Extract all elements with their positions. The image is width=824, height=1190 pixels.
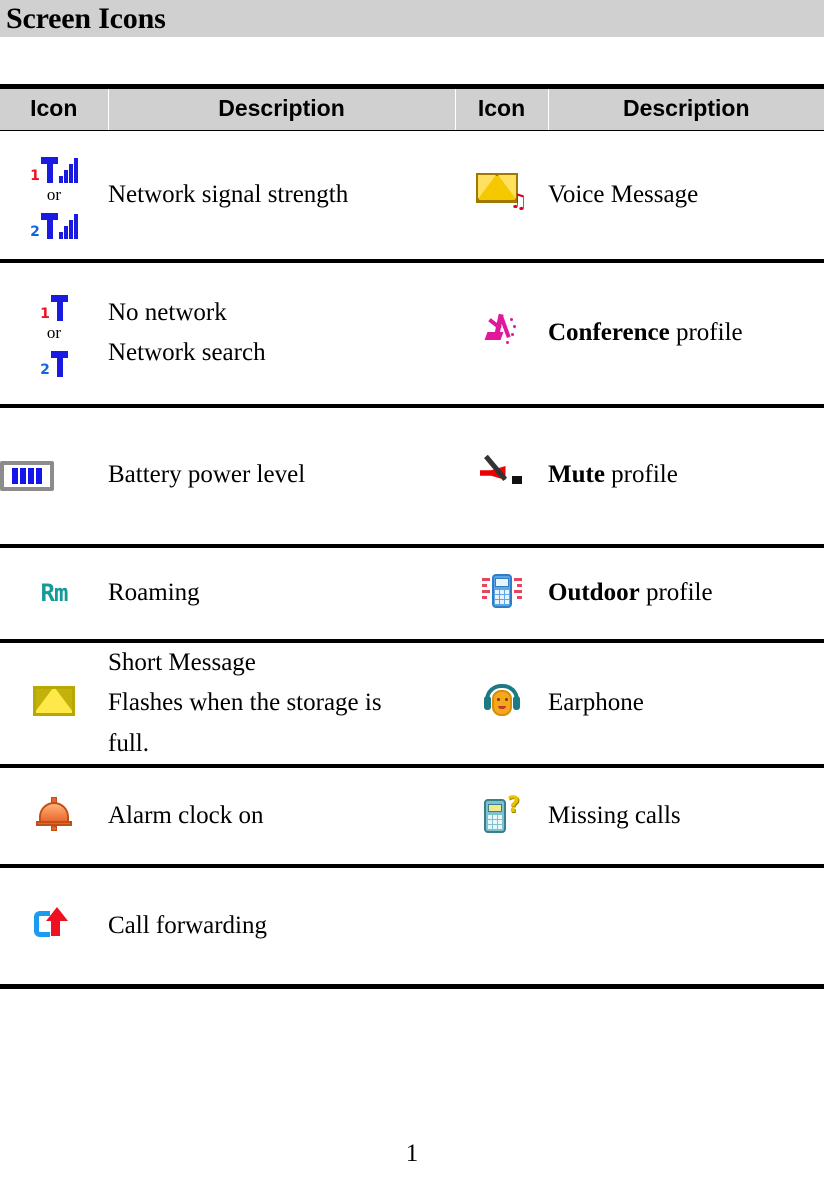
description-text-line1: Short Message	[108, 648, 256, 676]
cell-icon-outdoor-profile	[455, 545, 548, 643]
cell-description-alarm-clock: Alarm clock on	[108, 766, 455, 868]
table-row: Call forwarding	[0, 866, 824, 989]
question-mark-icon: ?	[507, 792, 520, 818]
screen-icons-table: Icon Description Icon Description 1 or 2	[0, 84, 824, 989]
description-text: Network signal strength	[108, 180, 349, 208]
description-text: Alarm clock on	[108, 801, 264, 829]
cell-description-roaming: Roaming	[108, 545, 455, 643]
alarm-clock-on-icon	[35, 796, 73, 831]
cell-icon-network-signal: 1 or 2	[0, 130, 108, 263]
cell-icon-earphone	[455, 640, 548, 768]
description-text: profile	[639, 578, 713, 606]
vibration-left-icon	[481, 577, 490, 604]
description-text: Roaming	[108, 578, 200, 606]
network-signal-strength-sim1-icon: 1	[30, 150, 78, 184]
or-separator-label: or	[46, 323, 62, 342]
cell-description-missing-calls: Missing calls	[548, 766, 824, 868]
cell-description-voice-message: Voice Message	[548, 130, 824, 263]
cell-description-battery: Battery power level	[108, 405, 455, 548]
cell-icon-call-forwarding	[0, 866, 108, 989]
description-bold-text: Mute	[548, 461, 605, 489]
cell-description-outdoor-profile: Outdoor profile	[548, 545, 824, 643]
roaming-icon: Rm	[40, 579, 69, 607]
description-text: Voice Message	[548, 180, 699, 208]
table-row: 1 or 2 No network Network search Confere…	[0, 260, 824, 408]
no-network-sim1-icon: 1	[40, 288, 68, 322]
no-network-sim2-icon: 2	[40, 344, 68, 378]
table-row: 1 or 2 Network signal strength ♫ Voice M…	[0, 130, 824, 263]
antenna-icon	[40, 155, 58, 183]
description-text: Call forwarding	[108, 911, 267, 939]
or-separator-label: or	[46, 184, 62, 204]
voice-message-icon: ♫	[475, 173, 528, 214]
antenna-icon	[40, 211, 58, 239]
call-forwarding-icon	[34, 907, 74, 939]
cell-icon-battery	[0, 405, 108, 548]
page-title: Screen Icons	[6, 1, 166, 35]
network-signal-strength-sim2-icon: 2	[30, 206, 78, 240]
table-row: Short Message Flashes when the storage i…	[0, 640, 824, 768]
column-header-icon-right: Icon	[454, 84, 549, 131]
column-header-description-right: Description	[547, 84, 824, 131]
music-note-icon: ♫	[509, 189, 528, 214]
missing-calls-icon: ?	[480, 792, 524, 833]
cell-icon-voice-message: ♫	[455, 130, 548, 263]
description-text: Earphone	[548, 689, 644, 716]
document-title-banner: Screen Icons	[0, 0, 824, 37]
antenna-icon	[50, 293, 68, 321]
cell-description-conference-profile: Conference profile	[548, 260, 824, 408]
table-row: Alarm clock on ? Missing calls	[0, 766, 824, 868]
table-row: Rm Roaming Outdoor profile	[0, 545, 824, 643]
cell-description-mute-profile: Mute profile	[548, 405, 824, 548]
cell-icon-short-message	[0, 640, 108, 768]
description-text: profile	[604, 461, 678, 489]
vibration-right-icon	[513, 577, 522, 604]
cell-description-network-signal: Network signal strength	[108, 130, 455, 263]
cell-icon-mute-profile	[455, 405, 548, 548]
page-number: 1	[405, 1140, 419, 1167]
description-text-line1: No network	[108, 298, 227, 326]
earphone-icon	[483, 683, 521, 718]
sim2-digit: 2	[30, 223, 40, 240]
cell-icon-conference-profile	[455, 260, 548, 408]
sim1-digit: 1	[30, 167, 40, 184]
signal-bars-icon	[58, 157, 78, 183]
description-text-line3: full.	[108, 729, 149, 757]
cell-icon-missing-calls: ?	[455, 766, 548, 868]
table-row: Battery power level Mute profile	[0, 405, 824, 548]
description-text-line2: Flashes when the storage is	[108, 689, 382, 716]
column-header-icon-left: Icon	[0, 84, 109, 131]
description-text: Battery power level	[108, 461, 306, 489]
cell-description-short-message: Short Message Flashes when the storage i…	[108, 640, 455, 768]
sim2-digit: 2	[40, 362, 50, 378]
cell-description-call-forwarding: Call forwarding	[108, 866, 455, 989]
conference-profile-icon	[484, 313, 520, 348]
description-text: Missing calls	[548, 801, 681, 829]
cell-description-empty	[548, 866, 824, 989]
cell-icon-roaming: Rm	[0, 545, 108, 643]
sim1-digit: 1	[40, 306, 50, 322]
antenna-icon	[50, 349, 68, 377]
description-bold-text: Conference	[548, 318, 670, 346]
cell-icon-empty	[455, 866, 548, 989]
cell-description-earphone: Earphone	[548, 640, 824, 768]
short-message-icon	[33, 685, 75, 716]
description-bold-text: Outdoor	[548, 578, 640, 606]
cell-icon-no-network: 1 or 2	[0, 260, 108, 408]
table-header-row: Icon Description Icon Description	[0, 84, 824, 131]
battery-power-level-icon	[0, 460, 54, 491]
outdoor-profile-icon	[480, 572, 524, 610]
cell-icon-alarm-clock	[0, 766, 108, 868]
description-text: profile	[669, 318, 743, 346]
signal-bars-icon	[58, 213, 78, 239]
column-header-description-left: Description	[107, 84, 456, 131]
cell-description-no-network: No network Network search	[108, 260, 455, 408]
description-text-line2: Network search	[108, 339, 266, 366]
mute-profile-icon	[479, 454, 524, 486]
